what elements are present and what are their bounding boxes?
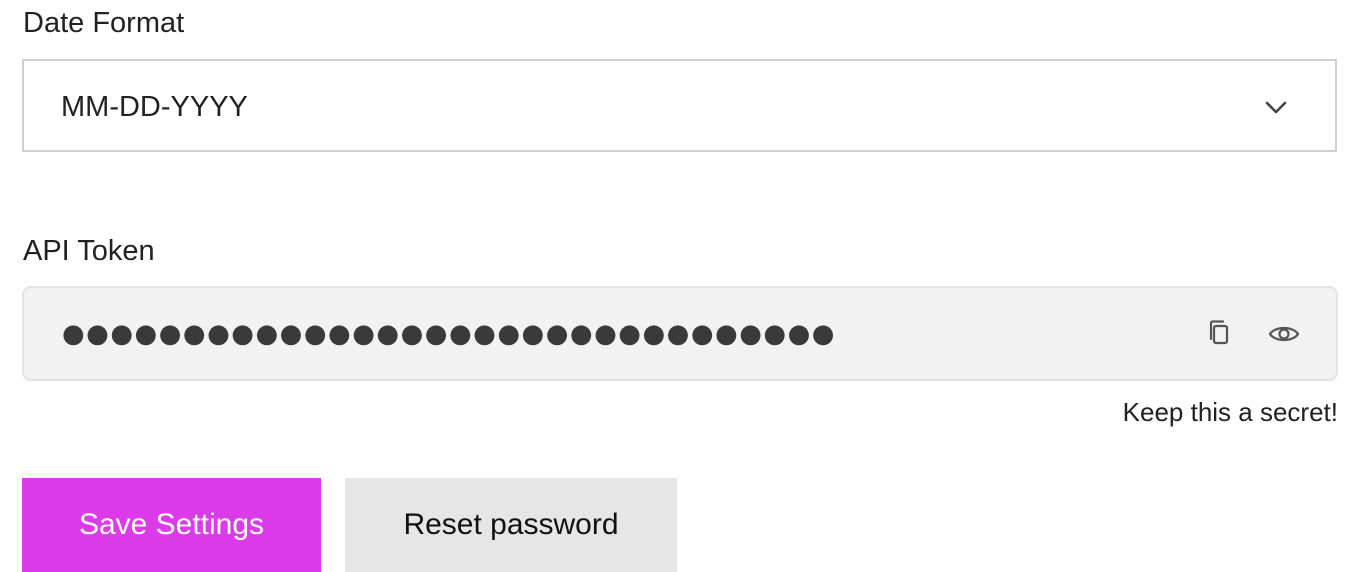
date-format-selected-value: MM-DD-YYYY <box>61 91 248 123</box>
save-settings-button[interactable]: Save Settings <box>22 478 321 572</box>
copy-icon[interactable] <box>1202 316 1238 352</box>
settings-page: Date Format MM-DD-YYYY API Token ●●●●●●●… <box>0 0 1362 572</box>
reset-password-button[interactable]: Reset password <box>345 478 677 572</box>
date-format-select[interactable]: MM-DD-YYYY <box>22 59 1337 152</box>
api-token-field[interactable]: ●●●●●●●●●●●●●●●●●●●●●●●●●●●●●●●● <box>22 286 1338 381</box>
chevron-down-icon <box>1261 93 1291 123</box>
api-token-masked-value: ●●●●●●●●●●●●●●●●●●●●●●●●●●●●●●●● <box>62 319 836 349</box>
api-token-hint: Keep this a secret! <box>1122 397 1338 427</box>
date-format-label: Date Format <box>23 7 185 39</box>
eye-icon[interactable] <box>1266 316 1302 352</box>
api-token-label: API Token <box>23 235 155 267</box>
